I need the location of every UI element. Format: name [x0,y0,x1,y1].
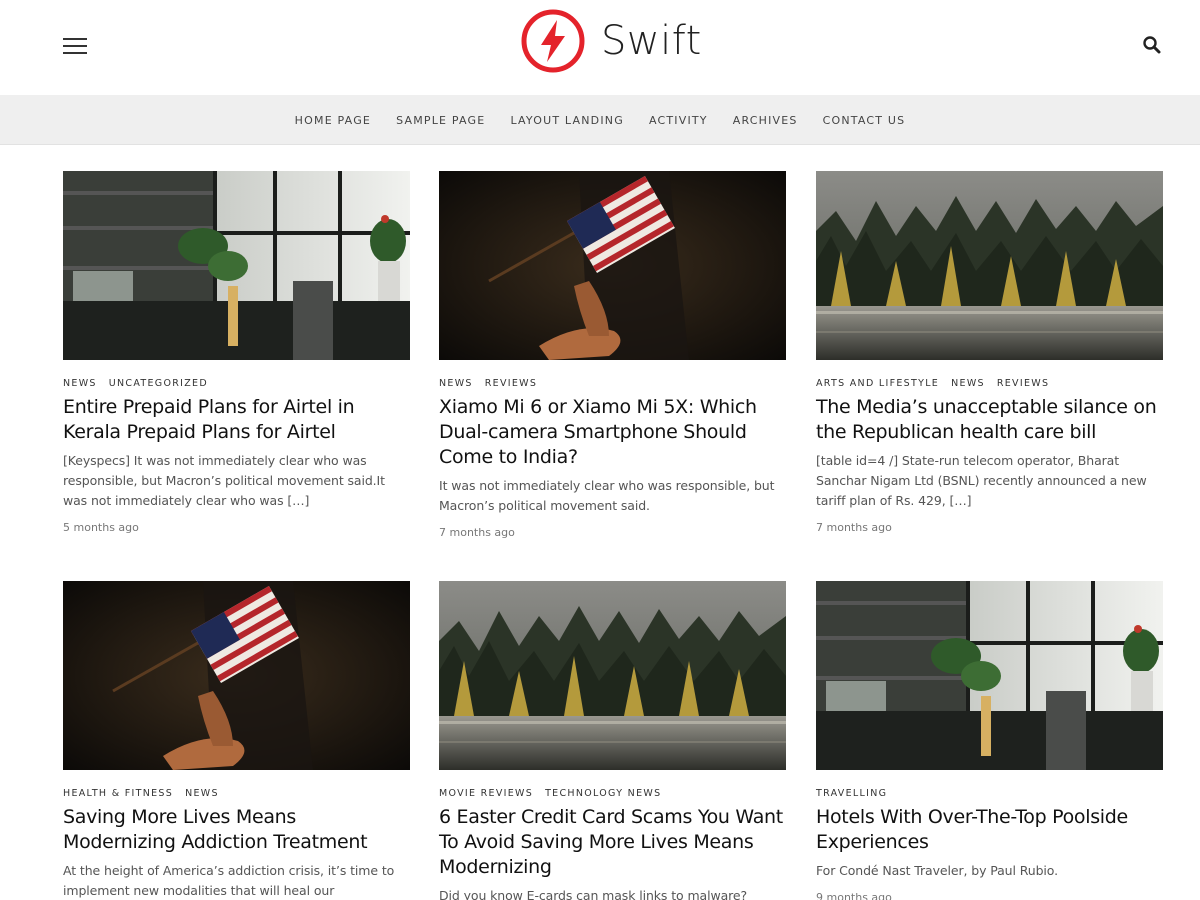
post-categories: MOVIE REVIEWS TECHNOLOGY NEWS [439,788,786,799]
post-categories: NEWS REVIEWS [439,378,786,389]
post-card: ARTS AND LIFESTYLE NEWS REVIEWS The Media’… [816,171,1163,534]
post-thumbnail[interactable] [816,171,1163,360]
post-title[interactable]: The Media’s unacceptable silance on the … [816,395,1163,445]
nav-item-home-page[interactable]: HOME PAGE [295,114,371,127]
site-header: Swift [0,0,1200,95]
post-excerpt: At the height of America’s addiction cri… [63,863,395,898]
site-logo[interactable]: Swift [520,8,702,74]
nav-item-sample-page[interactable]: SAMPLE PAGE [396,114,485,127]
post-excerpt: It was not immediately clear who was res… [439,478,775,513]
lightning-logo-icon [521,9,585,73]
post-categories: NEWS UNCATEGORIZED [63,378,410,389]
post-date: 9 months ago [816,891,892,900]
category-link[interactable]: REVIEWS [997,378,1049,389]
post-thumbnail[interactable] [63,581,410,770]
post-title[interactable]: Hotels With Over-The-Top Poolside Experi… [816,805,1163,855]
nav-item-archives[interactable]: ARCHIVES [733,114,798,127]
post-card: MOVIE REVIEWS TECHNOLOGY NEWS 6 Easter Cr… [439,581,786,900]
post-thumbnail[interactable] [816,581,1163,770]
nav-item-contact-us[interactable]: CONTACT US [823,114,906,127]
post-thumbnail[interactable] [439,581,786,770]
post-excerpt: [table id=4 /] State-run telecom operato… [816,453,1147,508]
post-card: NEWS REVIEWS Xiamo Mi 6 or Xiamo Mi 5X: W… [439,171,786,539]
post-categories: TRAVELLING [816,788,1163,799]
nav-item-activity[interactable]: ACTIVITY [649,114,708,127]
post-categories: ARTS AND LIFESTYLE NEWS REVIEWS [816,378,1163,389]
flag-hand-image [439,171,786,360]
post-card: HEALTH & FITNESS NEWS Saving More Lives M… [63,581,410,900]
forest-lake-image [816,171,1163,360]
category-link[interactable]: NEWS [951,378,985,389]
category-link[interactable]: NEWS [439,378,473,389]
post-excerpt: For Condé Nast Traveler, by Paul Rubio. [816,863,1058,878]
category-link[interactable]: NEWS [63,378,97,389]
post-title[interactable]: Entire Prepaid Plans for Airtel in Keral… [63,395,410,445]
post-thumbnail[interactable] [63,171,410,360]
category-link[interactable]: ARTS AND LIFESTYLE [816,378,939,389]
flag-hand-image [63,581,410,770]
category-link[interactable]: TRAVELLING [816,788,887,799]
search-icon[interactable] [1142,35,1162,55]
post-title[interactable]: Xiamo Mi 6 or Xiamo Mi 5X: Which Dual-ca… [439,395,786,470]
nav-item-layout-landing[interactable]: LAYOUT LANDING [510,114,624,127]
category-link[interactable]: NEWS [185,788,219,799]
post-excerpt: Did you know E-cards can mask links to m… [439,888,748,900]
post-categories: HEALTH & FITNESS NEWS [63,788,410,799]
post-date: 5 months ago [63,521,139,534]
hamburger-icon[interactable] [63,37,87,55]
category-link[interactable]: HEALTH & FITNESS [63,788,173,799]
forest-lake-image [439,581,786,770]
office-plants-image [63,171,410,360]
office-plants-image [816,581,1163,770]
category-link[interactable]: MOVIE REVIEWS [439,788,533,799]
post-title[interactable]: 6 Easter Credit Card Scams You Want To A… [439,805,786,880]
post-date: 7 months ago [439,526,515,539]
category-link[interactable]: UNCATEGORIZED [109,378,208,389]
site-name: Swift [601,18,702,64]
post-title[interactable]: Saving More Lives Means Modernizing Addi… [63,805,410,855]
post-card: NEWS UNCATEGORIZED Entire Prepaid Plans f… [63,171,410,534]
category-link[interactable]: TECHNOLOGY NEWS [545,788,661,799]
post-date: 7 months ago [816,521,892,534]
post-excerpt: [Keyspecs] It was not immediately clear … [63,453,385,508]
main-navigation: HOME PAGE SAMPLE PAGE LAYOUT LANDING ACT… [0,95,1200,145]
post-thumbnail[interactable] [439,171,786,360]
category-link[interactable]: REVIEWS [485,378,537,389]
post-card: TRAVELLING Hotels With Over-The-Top Pool… [816,581,1163,900]
